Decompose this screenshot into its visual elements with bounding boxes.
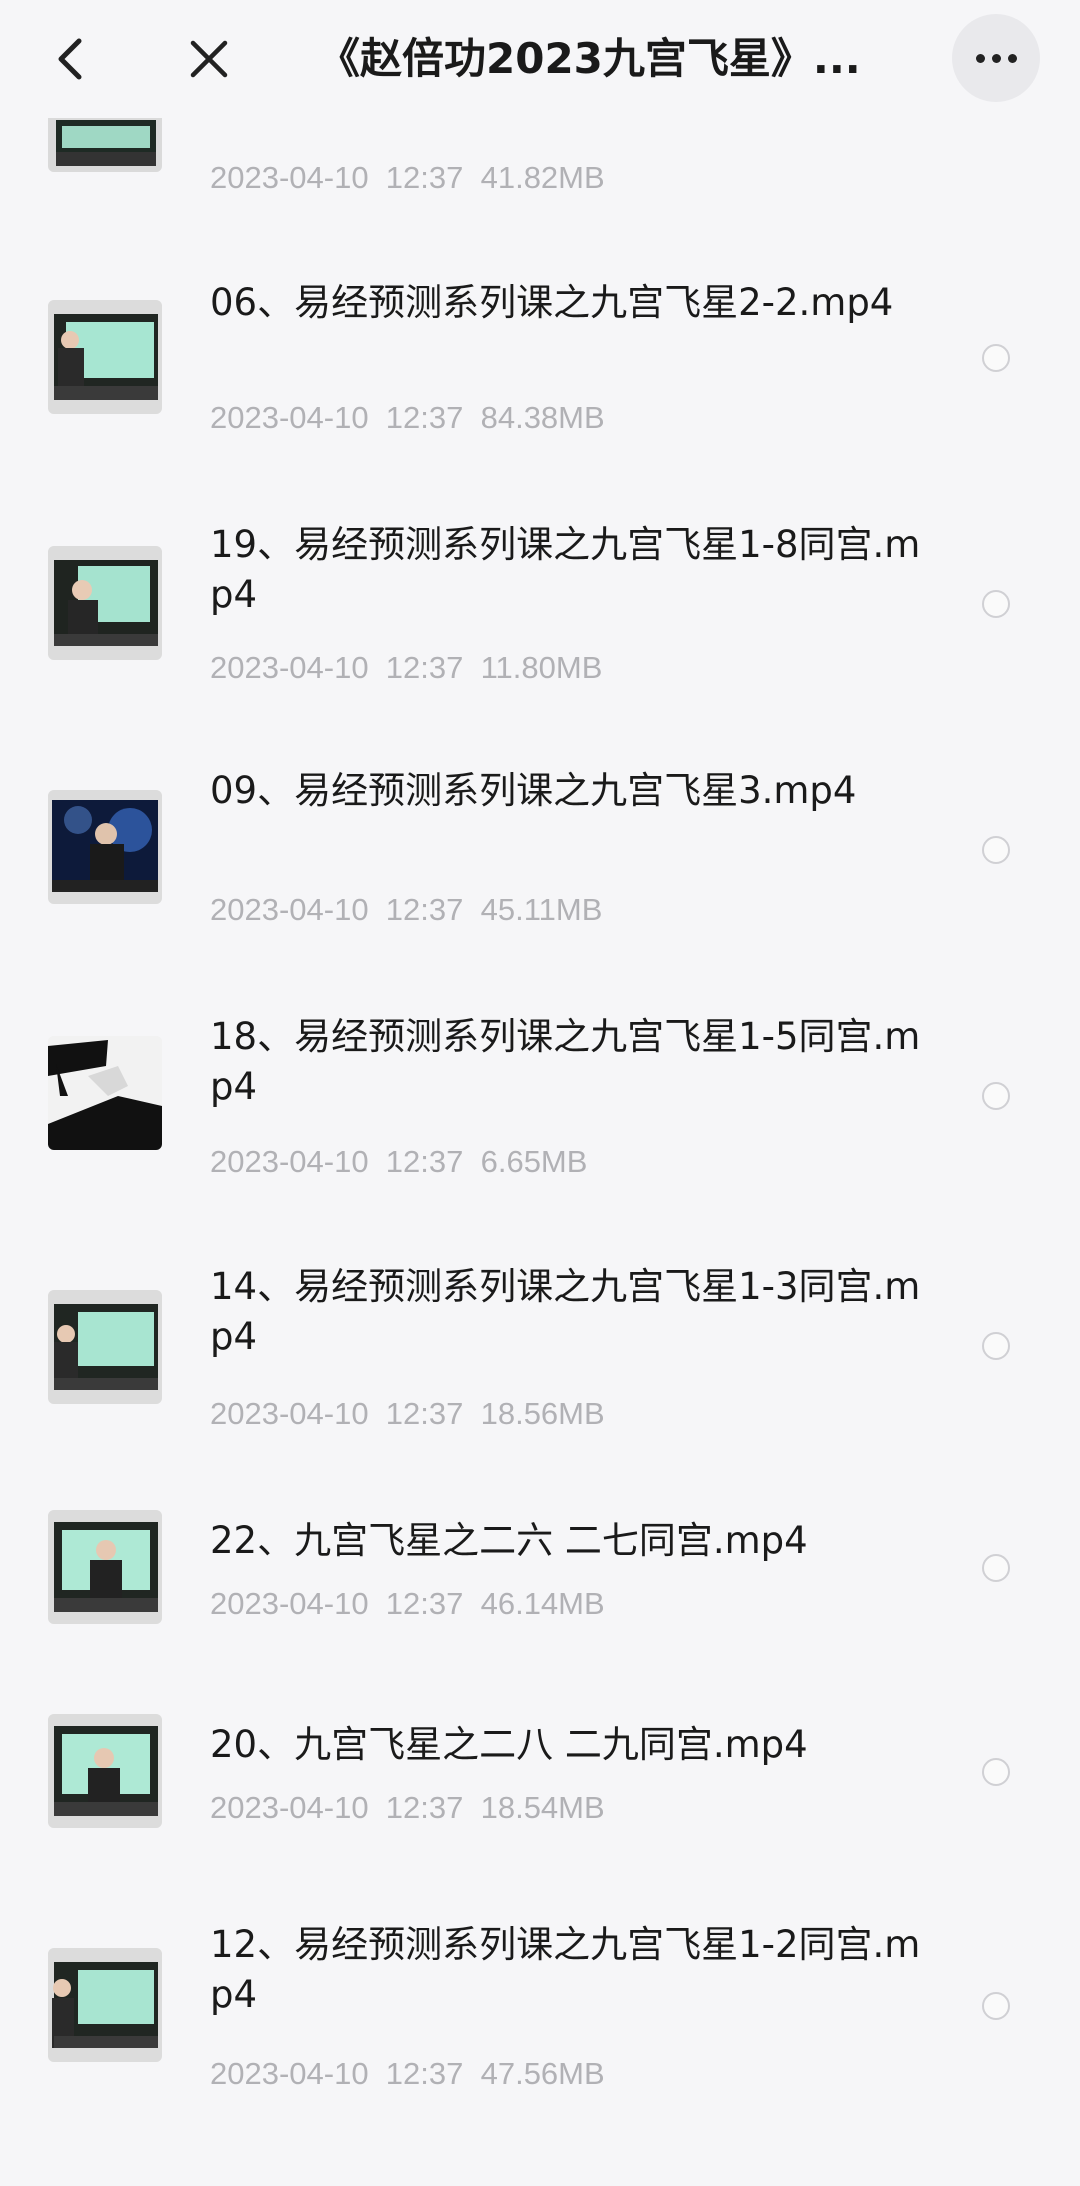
video-thumbnail [48, 790, 162, 904]
file-name: 12、易经预测系列课之九宫飞星1-2同宫.mp4 [210, 1923, 921, 2016]
file-meta: 2023-04-10 12:37 18.56MB [210, 1396, 605, 1431]
select-radio[interactable] [982, 344, 1010, 372]
video-thumbnail [48, 1036, 162, 1150]
video-thumbnail [48, 1510, 162, 1624]
file-name: 22、九宫飞星之二六 二七同宫.mp4 [210, 1519, 808, 1562]
video-thumbnail [48, 546, 162, 660]
file-name: 14、易经预测系列课之九宫飞星1-3同宫.mp4 [210, 1265, 921, 1358]
video-thumbnail [48, 1290, 162, 1404]
file-name: 09、易经预测系列课之九宫飞星3.mp4 [210, 769, 857, 812]
select-radio[interactable] [982, 1554, 1010, 1582]
file-meta: 2023-04-10 12:37 46.14MB [210, 1586, 605, 1621]
file-list: 2023-04-10 12:37 41.82MB 06、易经预测系列课之九宫飞星… [0, 0, 1080, 2186]
select-radio[interactable] [982, 1332, 1010, 1360]
page-title: 《赵倍功2023九宫飞星》... [318, 34, 861, 83]
file-meta: 2023-04-10 12:37 18.54MB [210, 1790, 605, 1825]
select-radio[interactable] [982, 1992, 1010, 2020]
chevron-left-icon [58, 38, 82, 80]
video-thumbnail [48, 300, 162, 414]
select-radio[interactable] [982, 1758, 1010, 1786]
file-meta: 2023-04-10 12:37 6.65MB [210, 1144, 588, 1179]
file-meta: 2023-04-10 12:37 45.11MB [210, 892, 603, 927]
file-meta: 2023-04-10 12:37 41.82MB [210, 160, 605, 195]
select-radio[interactable] [982, 836, 1010, 864]
back-button[interactable] [42, 22, 98, 96]
video-thumbnail [48, 1714, 162, 1828]
top-bar: 《赵倍功2023九宫飞星》... [0, 0, 1080, 118]
video-thumbnail [48, 1948, 162, 2062]
file-name: 18、易经预测系列课之九宫飞星1-5同宫.mp4 [210, 1015, 921, 1108]
close-icon [190, 40, 228, 78]
more-button[interactable] [952, 14, 1040, 102]
select-radio[interactable] [982, 1082, 1010, 1110]
file-name: 19、易经预测系列课之九宫飞星1-8同宫.mp4 [210, 523, 921, 616]
file-name: 20、九宫飞星之二八 二九同宫.mp4 [210, 1723, 808, 1766]
file-meta: 2023-04-10 12:37 11.80MB [210, 650, 603, 685]
file-meta: 2023-04-10 12:37 84.38MB [210, 400, 605, 435]
file-name: 06、易经预测系列课之九宫飞星2-2.mp4 [210, 281, 894, 324]
more-horizontal-icon [975, 53, 985, 63]
file-meta: 2023-04-10 12:37 47.56MB [210, 2056, 605, 2091]
select-radio[interactable] [982, 590, 1010, 618]
close-button[interactable] [178, 22, 240, 96]
